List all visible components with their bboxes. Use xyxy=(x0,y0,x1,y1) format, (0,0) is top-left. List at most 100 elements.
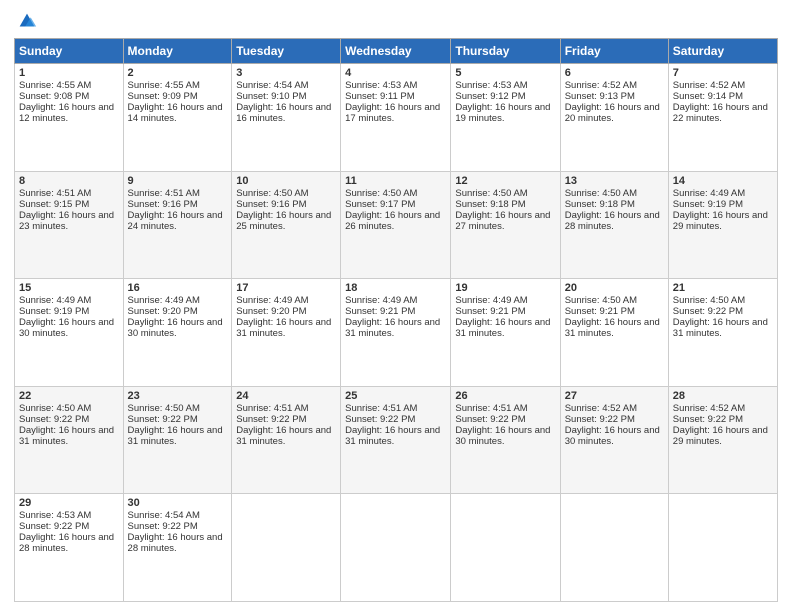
day-number: 22 xyxy=(19,390,119,402)
sunrise-label: Sunrise: 4:51 AM xyxy=(455,403,527,414)
table-row: 24 Sunrise: 4:51 AM Sunset: 9:22 PM Dayl… xyxy=(232,386,341,494)
table-row: 1 Sunrise: 4:55 AM Sunset: 9:08 PM Dayli… xyxy=(15,64,124,172)
day-number: 6 xyxy=(565,67,664,79)
sunset-label: Sunset: 9:22 PM xyxy=(673,306,743,317)
sunset-label: Sunset: 9:22 PM xyxy=(236,414,306,425)
day-number: 13 xyxy=(565,175,664,187)
table-row: 8 Sunrise: 4:51 AM Sunset: 9:15 PM Dayli… xyxy=(15,171,124,279)
sunrise-label: Sunrise: 4:53 AM xyxy=(345,80,417,91)
day-number: 5 xyxy=(455,67,555,79)
sunrise-label: Sunrise: 4:54 AM xyxy=(128,510,200,521)
sunset-label: Sunset: 9:21 PM xyxy=(455,306,525,317)
day-number: 18 xyxy=(345,282,446,294)
table-row: 18 Sunrise: 4:49 AM Sunset: 9:21 PM Dayl… xyxy=(341,279,451,387)
sunrise-label: Sunrise: 4:50 AM xyxy=(19,403,91,414)
day-number: 2 xyxy=(128,67,228,79)
sunset-label: Sunset: 9:09 PM xyxy=(128,91,198,102)
table-row: 5 Sunrise: 4:53 AM Sunset: 9:12 PM Dayli… xyxy=(451,64,560,172)
table-row: 27 Sunrise: 4:52 AM Sunset: 9:22 PM Dayl… xyxy=(560,386,668,494)
table-row xyxy=(451,494,560,602)
col-wednesday: Wednesday xyxy=(341,39,451,64)
col-friday: Friday xyxy=(560,39,668,64)
table-row: 4 Sunrise: 4:53 AM Sunset: 9:11 PM Dayli… xyxy=(341,64,451,172)
header xyxy=(14,10,778,32)
col-sunday: Sunday xyxy=(15,39,124,64)
sunrise-label: Sunrise: 4:52 AM xyxy=(673,403,745,414)
daylight-label: Daylight: 16 hours and 12 minutes. xyxy=(19,102,114,124)
sunset-label: Sunset: 9:20 PM xyxy=(128,306,198,317)
sunset-label: Sunset: 9:22 PM xyxy=(19,521,89,532)
table-row: 30 Sunrise: 4:54 AM Sunset: 9:22 PM Dayl… xyxy=(123,494,232,602)
table-row: 3 Sunrise: 4:54 AM Sunset: 9:10 PM Dayli… xyxy=(232,64,341,172)
day-number: 21 xyxy=(673,282,773,294)
table-row xyxy=(560,494,668,602)
table-row: 17 Sunrise: 4:49 AM Sunset: 9:20 PM Dayl… xyxy=(232,279,341,387)
sunset-label: Sunset: 9:19 PM xyxy=(19,306,89,317)
sunrise-label: Sunrise: 4:53 AM xyxy=(455,80,527,91)
daylight-label: Daylight: 16 hours and 31 minutes. xyxy=(345,425,440,447)
day-number: 14 xyxy=(673,175,773,187)
sunset-label: Sunset: 9:18 PM xyxy=(455,199,525,210)
daylight-label: Daylight: 16 hours and 19 minutes. xyxy=(455,102,550,124)
calendar-table: Sunday Monday Tuesday Wednesday Thursday… xyxy=(14,38,778,602)
table-row: 20 Sunrise: 4:50 AM Sunset: 9:21 PM Dayl… xyxy=(560,279,668,387)
logo-icon xyxy=(16,10,38,32)
daylight-label: Daylight: 16 hours and 29 minutes. xyxy=(673,210,768,232)
day-number: 9 xyxy=(128,175,228,187)
table-row xyxy=(232,494,341,602)
sunrise-label: Sunrise: 4:51 AM xyxy=(19,188,91,199)
day-number: 16 xyxy=(128,282,228,294)
table-row: 13 Sunrise: 4:50 AM Sunset: 9:18 PM Dayl… xyxy=(560,171,668,279)
day-number: 17 xyxy=(236,282,336,294)
sunrise-label: Sunrise: 4:55 AM xyxy=(19,80,91,91)
sunset-label: Sunset: 9:22 PM xyxy=(128,414,198,425)
table-row: 11 Sunrise: 4:50 AM Sunset: 9:17 PM Dayl… xyxy=(341,171,451,279)
daylight-label: Daylight: 16 hours and 31 minutes. xyxy=(673,317,768,339)
sunrise-label: Sunrise: 4:50 AM xyxy=(565,188,637,199)
daylight-label: Daylight: 16 hours and 20 minutes. xyxy=(565,102,660,124)
sunrise-label: Sunrise: 4:50 AM xyxy=(565,295,637,306)
sunset-label: Sunset: 9:18 PM xyxy=(565,199,635,210)
sunrise-label: Sunrise: 4:49 AM xyxy=(345,295,417,306)
sunrise-label: Sunrise: 4:54 AM xyxy=(236,80,308,91)
day-number: 19 xyxy=(455,282,555,294)
daylight-label: Daylight: 16 hours and 31 minutes. xyxy=(128,425,223,447)
sunrise-label: Sunrise: 4:52 AM xyxy=(565,403,637,414)
col-tuesday: Tuesday xyxy=(232,39,341,64)
sunset-label: Sunset: 9:16 PM xyxy=(128,199,198,210)
table-row: 12 Sunrise: 4:50 AM Sunset: 9:18 PM Dayl… xyxy=(451,171,560,279)
sunset-label: Sunset: 9:22 PM xyxy=(345,414,415,425)
table-row xyxy=(668,494,777,602)
sunset-label: Sunset: 9:08 PM xyxy=(19,91,89,102)
sunset-label: Sunset: 9:22 PM xyxy=(673,414,743,425)
daylight-label: Daylight: 16 hours and 28 minutes. xyxy=(128,532,223,554)
day-number: 26 xyxy=(455,390,555,402)
table-row: 14 Sunrise: 4:49 AM Sunset: 9:19 PM Dayl… xyxy=(668,171,777,279)
table-row: 21 Sunrise: 4:50 AM Sunset: 9:22 PM Dayl… xyxy=(668,279,777,387)
sunrise-label: Sunrise: 4:49 AM xyxy=(673,188,745,199)
sunset-label: Sunset: 9:16 PM xyxy=(236,199,306,210)
sunrise-label: Sunrise: 4:53 AM xyxy=(19,510,91,521)
daylight-label: Daylight: 16 hours and 30 minutes. xyxy=(128,317,223,339)
daylight-label: Daylight: 16 hours and 31 minutes. xyxy=(236,425,331,447)
sunset-label: Sunset: 9:11 PM xyxy=(345,91,415,102)
sunrise-label: Sunrise: 4:52 AM xyxy=(673,80,745,91)
sunrise-label: Sunrise: 4:49 AM xyxy=(19,295,91,306)
table-row: 6 Sunrise: 4:52 AM Sunset: 9:13 PM Dayli… xyxy=(560,64,668,172)
day-number: 29 xyxy=(19,497,119,509)
daylight-label: Daylight: 16 hours and 26 minutes. xyxy=(345,210,440,232)
day-number: 12 xyxy=(455,175,555,187)
daylight-label: Daylight: 16 hours and 25 minutes. xyxy=(236,210,331,232)
sunset-label: Sunset: 9:21 PM xyxy=(565,306,635,317)
table-row: 10 Sunrise: 4:50 AM Sunset: 9:16 PM Dayl… xyxy=(232,171,341,279)
sunrise-label: Sunrise: 4:51 AM xyxy=(128,188,200,199)
col-thursday: Thursday xyxy=(451,39,560,64)
sunset-label: Sunset: 9:20 PM xyxy=(236,306,306,317)
daylight-label: Daylight: 16 hours and 16 minutes. xyxy=(236,102,331,124)
day-number: 10 xyxy=(236,175,336,187)
daylight-label: Daylight: 16 hours and 31 minutes. xyxy=(455,317,550,339)
daylight-label: Daylight: 16 hours and 23 minutes. xyxy=(19,210,114,232)
table-row: 9 Sunrise: 4:51 AM Sunset: 9:16 PM Dayli… xyxy=(123,171,232,279)
sunrise-label: Sunrise: 4:55 AM xyxy=(128,80,200,91)
daylight-label: Daylight: 16 hours and 14 minutes. xyxy=(128,102,223,124)
